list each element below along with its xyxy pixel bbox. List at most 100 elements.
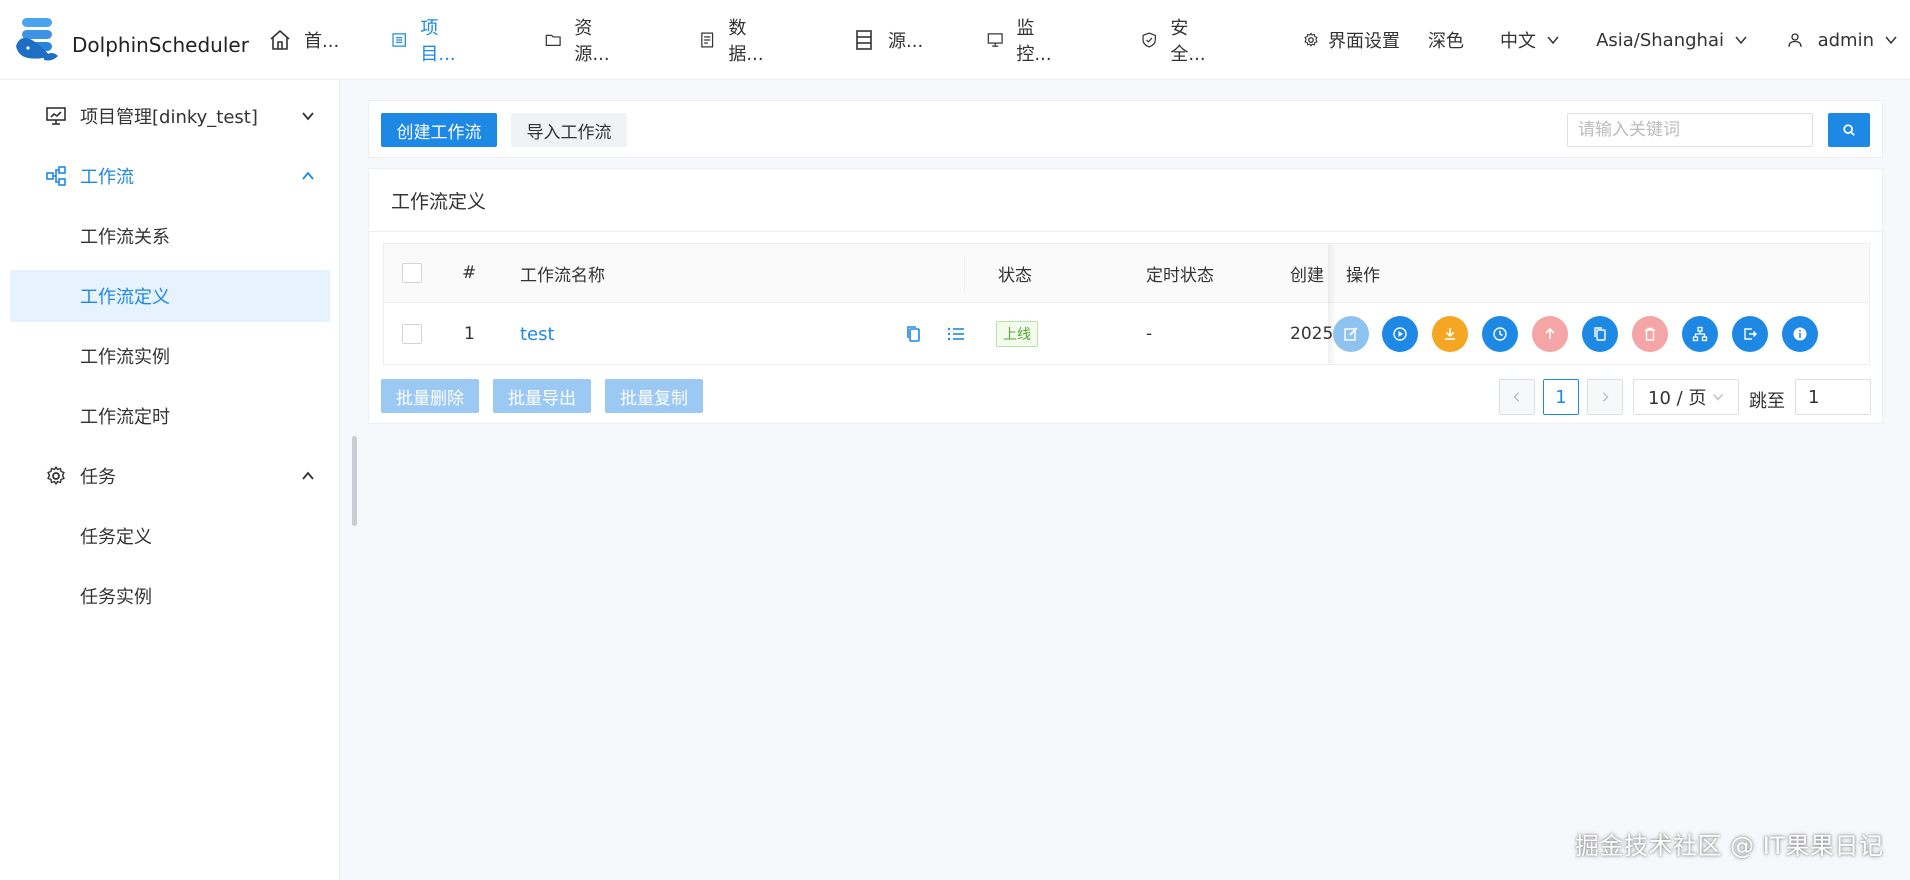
row-created: 2025: [1290, 324, 1332, 344]
timing-button[interactable]: [1482, 316, 1518, 352]
monitor-icon: [987, 33, 1003, 47]
jump-label: 跳至: [1749, 391, 1785, 412]
clock-icon: [1493, 327, 1507, 341]
card-title: 工作流定义: [391, 191, 487, 213]
export-icon: [1744, 328, 1757, 340]
sidebar-group-task[interactable]: 任务: [0, 446, 340, 506]
server-icon: [856, 30, 872, 50]
row-checkbox[interactable]: [402, 324, 422, 344]
info-icon: [1793, 327, 1807, 341]
copy-icon: [1594, 327, 1606, 341]
chevron-up-icon: [302, 471, 314, 480]
sidebar-scrollbar[interactable]: [352, 436, 357, 526]
project-icon: [392, 33, 406, 47]
home-icon: [270, 30, 290, 50]
chevron-right-icon: [1602, 392, 1609, 402]
search-button[interactable]: [1828, 113, 1870, 147]
col-index: #: [462, 263, 477, 283]
col-name: 工作流名称: [520, 265, 605, 286]
copy-name-icon[interactable]: [904, 324, 924, 344]
batch-export-button[interactable]: 批量导出: [493, 379, 591, 413]
card-divider: [369, 231, 1882, 232]
list-icon[interactable]: [946, 324, 966, 344]
row-index: 1: [464, 324, 475, 344]
app-name: DolphinScheduler: [72, 33, 249, 57]
sidebar-item-workflow-instance[interactable]: 工作流实例: [10, 330, 330, 382]
top-header: DolphinScheduler 首... 项目... 资源... 数据... …: [0, 0, 1910, 80]
nav-data[interactable]: 数据...: [698, 14, 769, 66]
nav-monitor[interactable]: 监控...: [986, 14, 1057, 66]
nav-home[interactable]: 首...: [268, 27, 339, 53]
info-button[interactable]: [1782, 316, 1818, 352]
sidebar-item-task-instance[interactable]: 任务实例: [10, 570, 330, 622]
sidebar-item-workflow-definition[interactable]: 工作流定义: [10, 270, 330, 322]
prev-page-button[interactable]: [1499, 379, 1535, 415]
user-icon: [1787, 33, 1802, 47]
timezone-select[interactable]: Asia/Shanghai: [1596, 30, 1748, 51]
row-schedule-status: -: [1146, 324, 1153, 344]
chevron-down-icon: [1885, 36, 1897, 45]
sidebar-group-workflow[interactable]: 工作流: [0, 146, 340, 206]
chevron-up-icon: [302, 171, 314, 180]
chevron-left-icon: [1513, 392, 1520, 402]
run-button[interactable]: [1382, 316, 1418, 352]
export-button[interactable]: [1732, 316, 1768, 352]
shield-icon: [1142, 32, 1156, 48]
app-logo[interactable]: DolphinScheduler: [14, 16, 249, 64]
operations-column: [1332, 244, 1869, 364]
offline-button[interactable]: [1532, 316, 1568, 352]
dag-tree-button[interactable]: [1682, 316, 1718, 352]
col-status: 状态: [998, 265, 1032, 286]
sidebar-item-task-definition[interactable]: 任务定义: [10, 510, 330, 562]
workflow-definition-card: 工作流定义 # 工作流名称 状态 定时状态 创建 操作 1 test 上线 - …: [368, 168, 1883, 424]
download-icon: [1445, 328, 1455, 340]
search-icon: [1843, 124, 1855, 136]
search-input[interactable]: [1567, 113, 1813, 147]
workflow-table: # 工作流名称 状态 定时状态 创建 操作 1 test 上线 - 2025: [383, 243, 1870, 365]
select-all-checkbox[interactable]: [402, 263, 422, 283]
chevron-down-icon: [1713, 394, 1724, 401]
trash-icon: [1645, 327, 1655, 341]
document-icon: [701, 32, 714, 48]
col-schedule-status: 定时状态: [1146, 265, 1214, 286]
delete-button[interactable]: [1632, 316, 1668, 352]
sidebar: 项目管理[dinky_test] 工作流 工作流关系 工作流定义 工作流实例 工…: [0, 80, 340, 880]
language-select[interactable]: 中文: [1500, 27, 1560, 53]
dolphin-logo-icon: [16, 18, 58, 61]
watermark: 掘金技术社区 @ IT果果日记: [1575, 832, 1884, 860]
play-circle-icon: [1393, 327, 1407, 341]
workflow-name-link[interactable]: test: [520, 324, 555, 345]
copy-button[interactable]: [1582, 316, 1618, 352]
next-page-button[interactable]: [1587, 379, 1623, 415]
gear-icon: [1304, 32, 1318, 47]
chevron-down-icon: [1547, 36, 1559, 45]
nav-source[interactable]: 源...: [852, 27, 923, 53]
jump-page-input[interactable]: [1795, 379, 1871, 415]
edit-button[interactable]: [1333, 316, 1369, 352]
column-separator: [964, 256, 965, 292]
sidebar-item-workflow-relation[interactable]: 工作流关系: [10, 210, 330, 262]
chevron-down-icon: [1735, 36, 1747, 45]
batch-copy-button[interactable]: 批量复制: [605, 379, 703, 413]
create-workflow-button[interactable]: 创建工作流: [381, 113, 497, 147]
batch-delete-button[interactable]: 批量删除: [381, 379, 479, 413]
page-number-button[interactable]: 1: [1543, 379, 1579, 415]
nav-security[interactable]: 安全...: [1140, 14, 1211, 66]
folder-icon: [545, 34, 561, 46]
arrow-up-icon: [1545, 327, 1555, 339]
ui-settings-button[interactable]: 界面设置: [1302, 27, 1400, 53]
theme-toggle[interactable]: 深色: [1428, 27, 1464, 53]
status-badge: 上线: [996, 321, 1038, 347]
chevron-down-icon: [302, 112, 314, 121]
nav-project[interactable]: 项目...: [390, 14, 461, 66]
download-button[interactable]: [1432, 316, 1468, 352]
presentation-icon: [46, 107, 66, 125]
page-size-select[interactable]: 10 / 页: [1633, 379, 1739, 415]
sidebar-item-workflow-timing[interactable]: 工作流定时: [10, 390, 330, 442]
edit-icon: [1344, 327, 1358, 341]
import-workflow-button[interactable]: 导入工作流: [511, 113, 627, 147]
nav-resource[interactable]: 资源...: [544, 14, 615, 66]
hierarchy-icon: [1692, 326, 1708, 342]
user-menu[interactable]: admin: [1786, 30, 1898, 51]
sidebar-group-project[interactable]: 项目管理[dinky_test]: [0, 86, 340, 146]
